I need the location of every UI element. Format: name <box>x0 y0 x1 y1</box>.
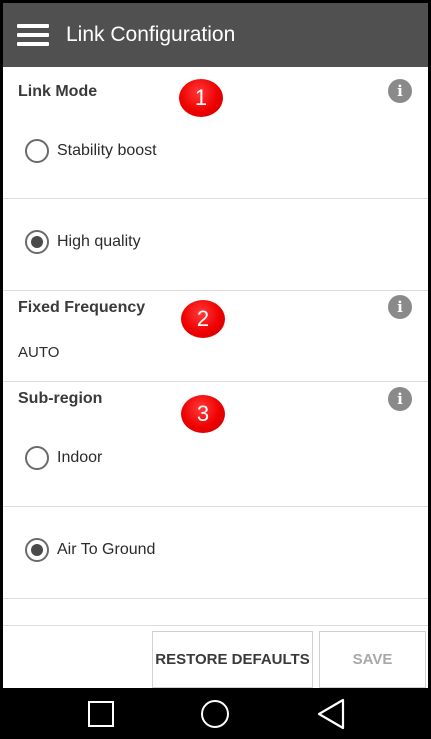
radio-label-stability-boost: Stability boost <box>57 142 157 159</box>
radio-label-high-quality: High quality <box>57 233 141 250</box>
app-bar: Link Configuration <box>3 3 428 67</box>
radio-button-stability-boost[interactable] <box>25 139 49 163</box>
divider <box>3 381 428 382</box>
radio-button-indoor[interactable] <box>25 446 49 470</box>
divider <box>3 598 428 599</box>
app-screen: Link Configuration Link Mode 1 i Stabili… <box>3 3 428 688</box>
radio-button-air-to-ground[interactable] <box>25 538 49 562</box>
fixed-frequency-info-icon[interactable]: i <box>388 295 412 319</box>
circle-icon[interactable] <box>201 700 229 728</box>
divider <box>3 290 428 291</box>
restore-defaults-button[interactable]: RESTORE DEFAULTS <box>152 631 313 688</box>
radio-option-air-to-ground[interactable]: Air To Ground <box>3 507 428 597</box>
device-frame: Link Configuration Link Mode 1 i Stabili… <box>0 0 431 739</box>
radio-option-stability-boost[interactable]: Stability boost <box>3 109 428 199</box>
button-bar-divider <box>3 625 428 626</box>
annotation-marker-2: 2 <box>181 300 225 338</box>
radio-option-high-quality[interactable]: High quality <box>3 199 428 289</box>
link-mode-info-icon[interactable]: i <box>388 79 412 103</box>
triangle-back-icon[interactable] <box>316 698 346 730</box>
system-navigation-bar <box>0 688 431 739</box>
fixed-frequency-value[interactable]: AUTO <box>18 343 59 363</box>
link-mode-title: Link Mode <box>18 83 98 100</box>
sub-region-info-icon[interactable]: i <box>388 387 412 411</box>
fixed-frequency-title: Fixed Frequency <box>18 299 146 316</box>
save-button[interactable]: SAVE <box>319 631 426 688</box>
radio-label-air-to-ground: Air To Ground <box>57 541 156 558</box>
page-title: Link Configuration <box>66 23 236 46</box>
hamburger-menu-icon[interactable] <box>17 23 49 47</box>
radio-option-indoor[interactable]: Indoor <box>3 417 428 507</box>
radio-label-indoor: Indoor <box>57 449 103 466</box>
square-icon[interactable] <box>88 701 114 727</box>
sub-region-title: Sub-region <box>18 390 103 407</box>
radio-button-high-quality[interactable] <box>25 230 49 254</box>
